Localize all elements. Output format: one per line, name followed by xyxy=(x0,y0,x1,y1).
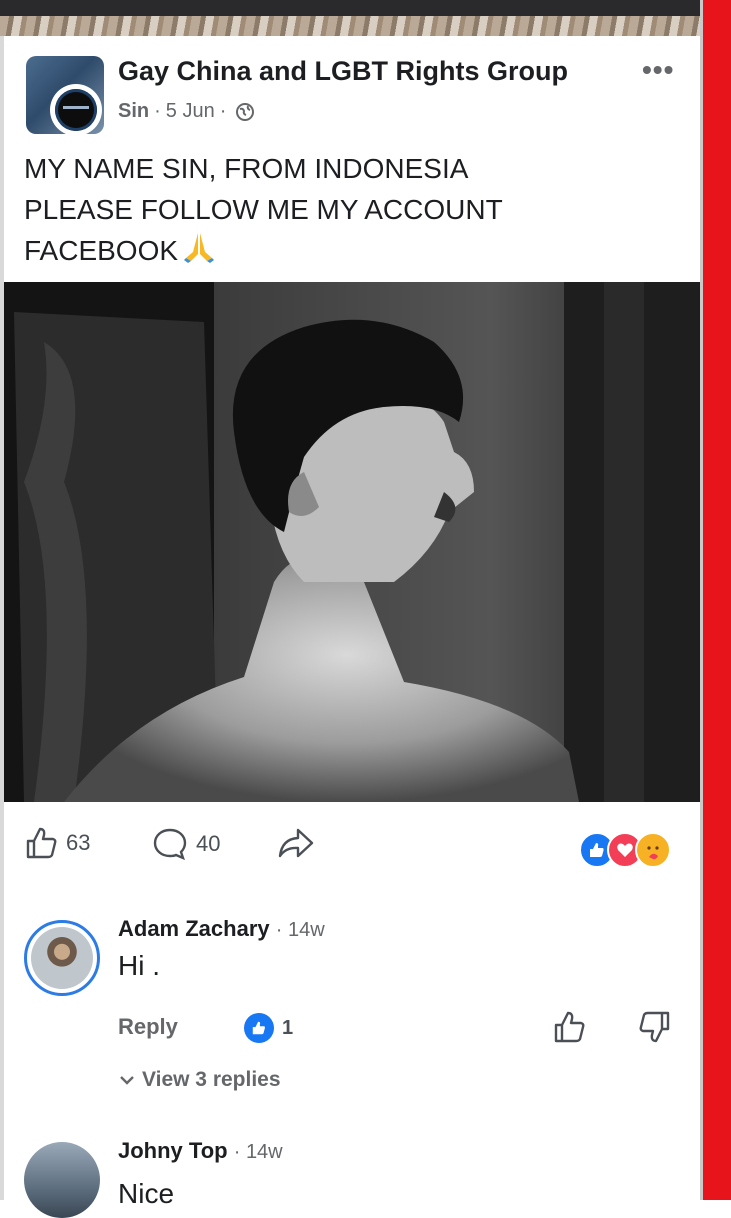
group-name[interactable]: Gay China and LGBT Rights Group xyxy=(118,56,568,87)
commenter-name[interactable]: Johny Top · 14w xyxy=(118,1138,283,1164)
comment-dislike-button[interactable] xyxy=(638,1010,672,1049)
post-text-line: MY NAME SIN, FROM INDONESIA xyxy=(24,153,469,184)
more-options-icon[interactable]: ••• xyxy=(642,54,674,86)
post-text-line: FACEBOOK xyxy=(24,235,179,266)
group-logo-icon xyxy=(50,84,102,134)
post-meta: Sin · 5 Jun · xyxy=(118,100,255,123)
comment-like-button[interactable] xyxy=(552,1010,586,1049)
share-button[interactable] xyxy=(276,826,316,860)
comment-count: 40 xyxy=(196,831,221,856)
commenter-name[interactable]: Adam Zachary · 14w xyxy=(118,916,325,942)
chevron-down-icon xyxy=(120,1076,134,1085)
view-replies-link[interactable]: View 3 replies xyxy=(118,1068,281,1092)
post-photo[interactable] xyxy=(4,282,700,802)
care-reaction-icon xyxy=(635,832,671,868)
comment-like-count[interactable]: 1 xyxy=(244,1013,293,1043)
post-actions: 63 40 xyxy=(4,826,700,870)
post-text: MY NAME SIN, FROM INDONESIA PLEASE FOLLO… xyxy=(24,148,664,275)
cover-photo-strip xyxy=(0,16,700,36)
post-date[interactable]: 5 Jun xyxy=(166,100,215,123)
comment-time: 14w xyxy=(287,919,325,941)
thumbs-down-icon xyxy=(639,1011,670,1043)
screenshot-top-bar xyxy=(0,0,700,16)
like-count: 63 xyxy=(66,830,91,855)
comment-text: Hi . xyxy=(118,950,160,981)
author-name[interactable]: Sin xyxy=(118,100,149,123)
comment-text: Nice xyxy=(118,1178,175,1209)
like-button[interactable]: 63 xyxy=(24,826,90,860)
thumbs-up-icon xyxy=(554,1011,585,1043)
share-icon xyxy=(278,828,314,858)
thumbs-up-icon xyxy=(26,827,57,859)
comment-icon xyxy=(153,828,187,861)
post-text-line: PLEASE FOLLOW ME MY ACCOUNT xyxy=(24,194,503,225)
commenter-avatar[interactable] xyxy=(24,920,100,996)
red-border xyxy=(700,0,731,1200)
post-card: Gay China and LGBT Rights Group Sin · 5 … xyxy=(4,36,700,1218)
reply-button[interactable]: Reply xyxy=(118,1014,178,1040)
like-badge-icon xyxy=(244,1013,274,1043)
comment-item: Johny Top · 14w Nice xyxy=(4,1138,700,1218)
folded-hands-icon xyxy=(182,230,216,275)
globe-icon xyxy=(235,102,255,122)
commenter-avatar[interactable] xyxy=(24,1142,100,1218)
comment-button[interactable]: 40 xyxy=(152,826,220,862)
comment-time: 14w xyxy=(245,1141,283,1163)
post-header: Gay China and LGBT Rights Group Sin · 5 … xyxy=(4,36,700,136)
comment-item: Adam Zachary · 14w Hi . Reply 1 View 3 r… xyxy=(4,916,700,1116)
reaction-summary[interactable] xyxy=(579,832,671,868)
group-avatar[interactable] xyxy=(26,56,104,134)
